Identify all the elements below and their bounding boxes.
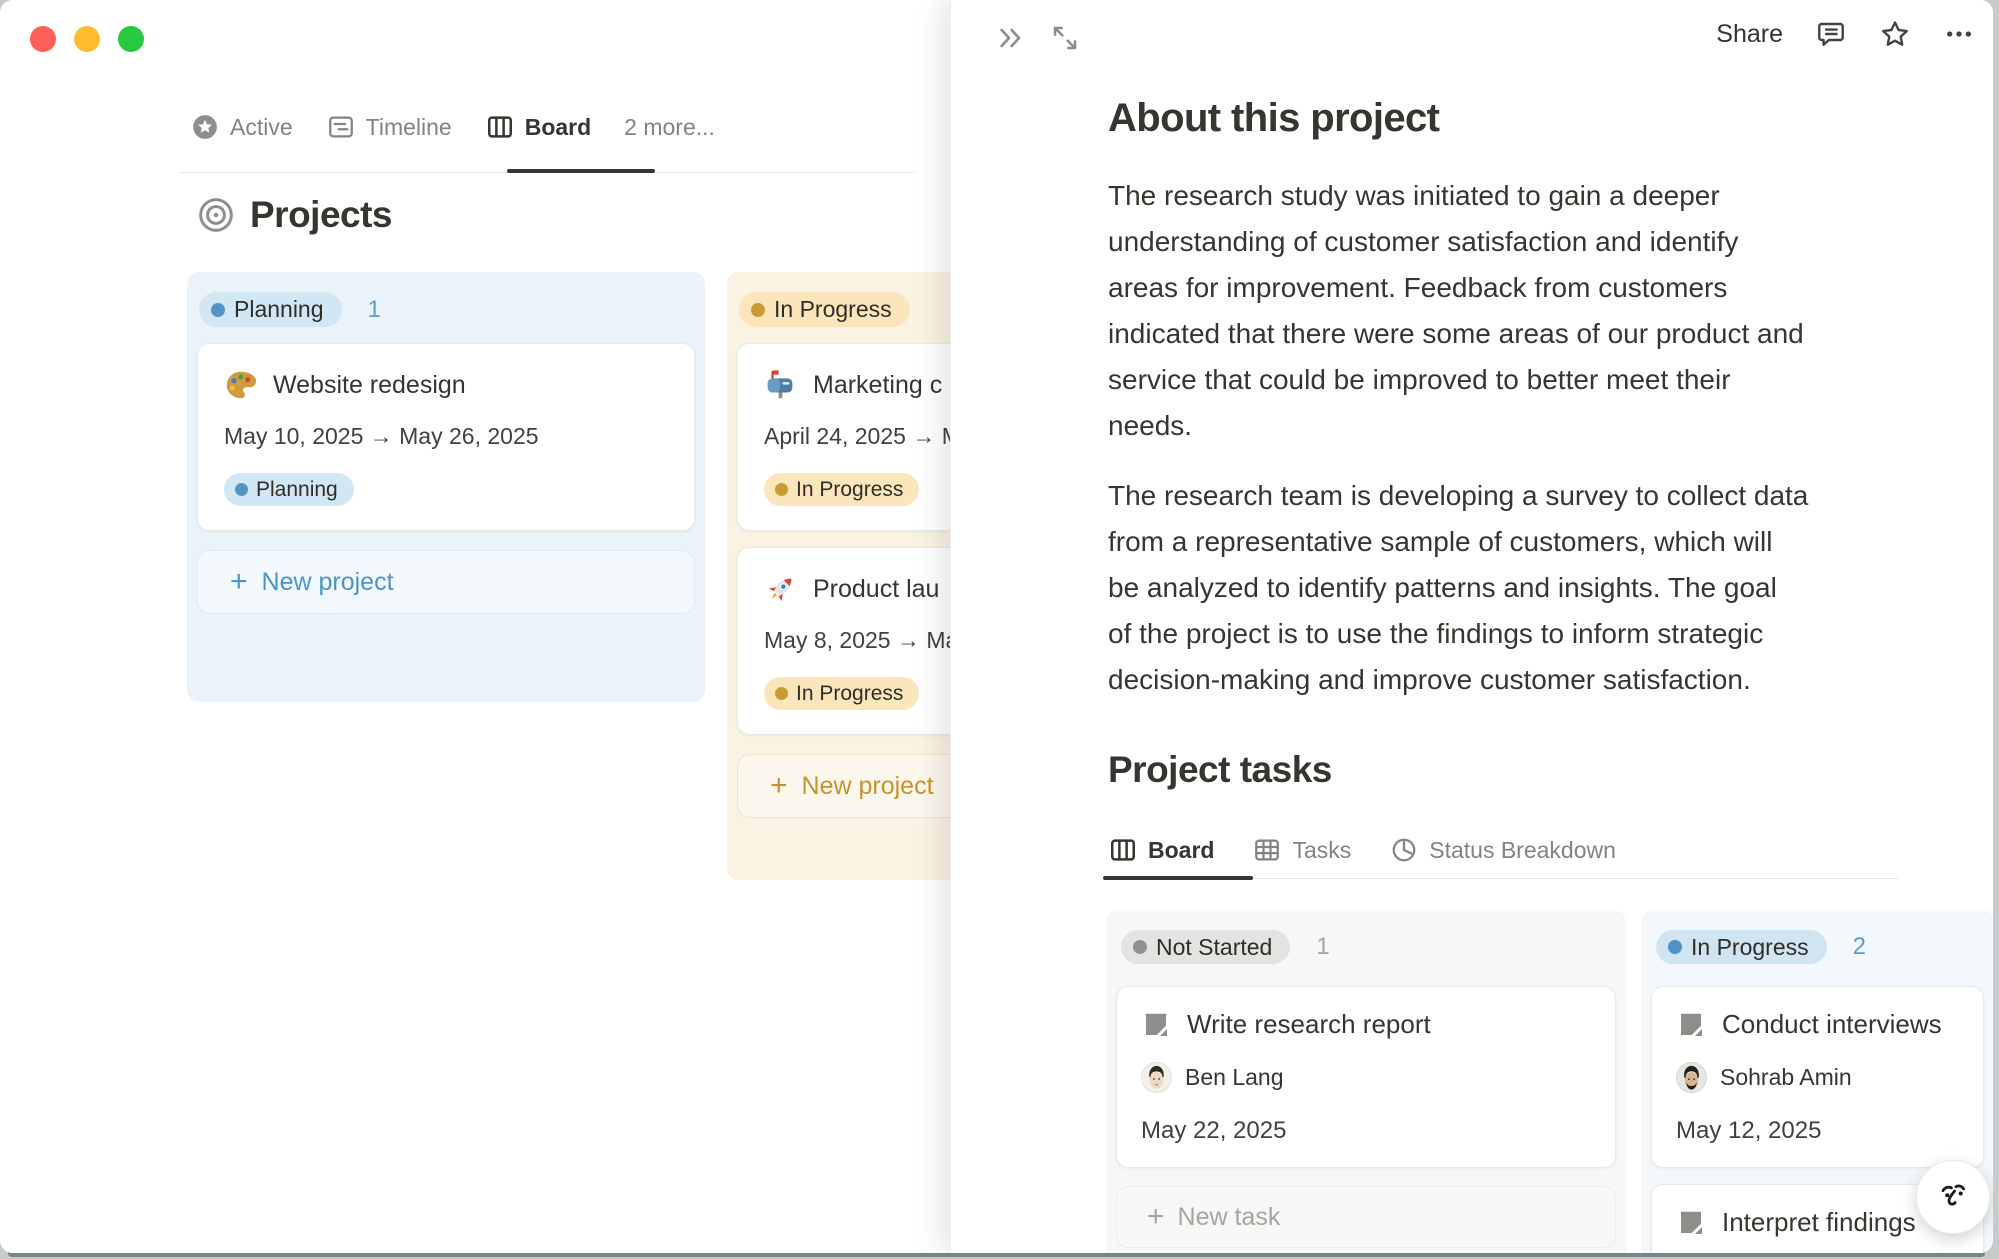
notion-window: Active Timeline Board 2 more... Projects… [0, 0, 1993, 1253]
status-pill-in-progress[interactable]: In Progress [1656, 930, 1827, 964]
tasks-tabbar-divider [1108, 878, 1898, 879]
card-dates: May 10, 2025 → May 26, 2025 [224, 423, 668, 450]
timeline-icon [326, 112, 356, 142]
page-body: About this project The research study wa… [1108, 0, 1898, 879]
table-icon [1252, 835, 1282, 865]
status-dot [235, 483, 248, 496]
palette-emoji [224, 368, 258, 402]
card-status-tag: In Progress [764, 473, 919, 506]
bullseye-icon [197, 196, 235, 234]
page-title-text[interactable]: Projects [250, 194, 392, 236]
tab-status-breakdown[interactable]: Status Breakdown [1389, 835, 1616, 865]
active-tab-underline [1103, 876, 1253, 880]
zoom-button[interactable] [118, 26, 144, 52]
about-paragraph-1[interactable]: The research study was initiated to gain… [1108, 173, 1898, 449]
status-pill-in-progress[interactable]: In Progress [739, 292, 910, 327]
tab-tasks-board[interactable]: Board [1108, 835, 1214, 865]
more-options-icon[interactable] [1943, 18, 1975, 50]
tasks-view-tabs: Board Tasks Status Breakdown [1108, 835, 1898, 865]
status-dot [1133, 940, 1147, 954]
tab-active-view[interactable]: Active [190, 112, 293, 142]
board-column-planning: Planning 1 Website redesign May 10, 2025… [187, 272, 705, 702]
column-count: 1 [368, 296, 381, 324]
tab-label: Board [1148, 837, 1214, 864]
assignee-name: Sohrab Amin [1720, 1064, 1852, 1091]
tab-timeline-view[interactable]: Timeline [326, 112, 452, 142]
card-title: Interpret findings [1722, 1207, 1916, 1238]
section-heading-tasks[interactable]: Project tasks [1108, 749, 1898, 791]
card-status-tag: In Progress [764, 677, 919, 710]
status-pill-not-started[interactable]: Not Started [1121, 930, 1290, 964]
status-pill-planning[interactable]: Planning [199, 292, 342, 327]
new-task-button[interactable]: + New task [1116, 1186, 1616, 1248]
tab-label: Board [525, 114, 591, 141]
card-title: Conduct interviews [1722, 1009, 1942, 1040]
card-status-tag: Planning [224, 473, 354, 506]
page-title: Projects [197, 194, 392, 236]
minimize-button[interactable] [74, 26, 100, 52]
tab-label: Status Breakdown [1429, 837, 1616, 864]
status-dot [775, 483, 788, 496]
rocket-emoji [764, 572, 798, 606]
avatar-sohrab-amin [1676, 1062, 1707, 1093]
side-peek-panel: Share About this project The research st… [950, 0, 1993, 1253]
view-tabs: Active Timeline Board 2 more... [190, 112, 715, 142]
column-header: Planning 1 [199, 292, 705, 327]
card-title: Product lau [813, 575, 939, 604]
active-tab-underline [507, 169, 655, 173]
card-date: May 22, 2025 [1141, 1117, 1591, 1145]
tab-tasks-table[interactable]: Tasks [1252, 835, 1351, 865]
board-icon [485, 112, 515, 142]
close-button[interactable] [30, 26, 56, 52]
about-paragraph-2[interactable]: The research team is developing a survey… [1108, 473, 1898, 703]
task-card-write-research-report[interactable]: Write research report Ben Lang May 22, 2… [1116, 986, 1616, 1168]
card-title: Write research report [1187, 1009, 1431, 1040]
assignee-name: Ben Lang [1185, 1064, 1283, 1091]
board-icon [1108, 835, 1138, 865]
tab-label: 2 more... [624, 114, 715, 141]
column-count: 2 [1853, 933, 1866, 961]
status-dot [211, 303, 225, 317]
task-page-icon [1141, 1010, 1171, 1040]
card-date: May 12, 2025 [1676, 1117, 1959, 1145]
tab-label: Timeline [366, 114, 452, 141]
window-controls [30, 26, 144, 52]
tab-board-view[interactable]: Board [485, 112, 591, 142]
notion-ai-button[interactable] [1916, 1160, 1990, 1234]
task-page-icon [1676, 1208, 1706, 1238]
card-assignee: Ben Lang [1141, 1062, 1591, 1093]
task-column-not-started: Not Started 1 Write research report Ben … [1106, 910, 1626, 1253]
project-card-website-redesign[interactable]: Website redesign May 10, 2025 → May 26, … [197, 343, 695, 531]
tab-label: Active [230, 114, 293, 141]
column-count: 1 [1316, 933, 1329, 961]
ai-face-icon [1932, 1176, 1974, 1218]
status-dot [1668, 940, 1682, 954]
column-header: In Progress 2 [1656, 930, 1993, 964]
star-badge-icon [190, 112, 220, 142]
tab-label: Tasks [1292, 837, 1351, 864]
card-title: Website redesign [273, 371, 466, 400]
status-dot [775, 687, 788, 700]
task-page-icon [1676, 1010, 1706, 1040]
section-heading-about[interactable]: About this project [1108, 96, 1898, 141]
card-assignee: Sohrab Amin [1676, 1062, 1959, 1093]
close-peek-chevrons-icon[interactable] [995, 22, 1027, 54]
mailbox-emoji [764, 368, 798, 402]
panel-toolbar-left [995, 22, 1081, 54]
card-title: Marketing c [813, 371, 942, 400]
column-header: Not Started 1 [1121, 930, 1626, 964]
pie-chart-icon [1389, 835, 1419, 865]
avatar-ben-lang [1141, 1062, 1172, 1093]
status-dot [751, 303, 765, 317]
tab-more-views[interactable]: 2 more... [624, 114, 715, 141]
new-project-button[interactable]: + New project [197, 550, 695, 614]
expand-page-icon[interactable] [1049, 22, 1081, 54]
task-card-conduct-interviews[interactable]: Conduct interviews Sohrab Amin May 12, 2… [1651, 986, 1984, 1168]
